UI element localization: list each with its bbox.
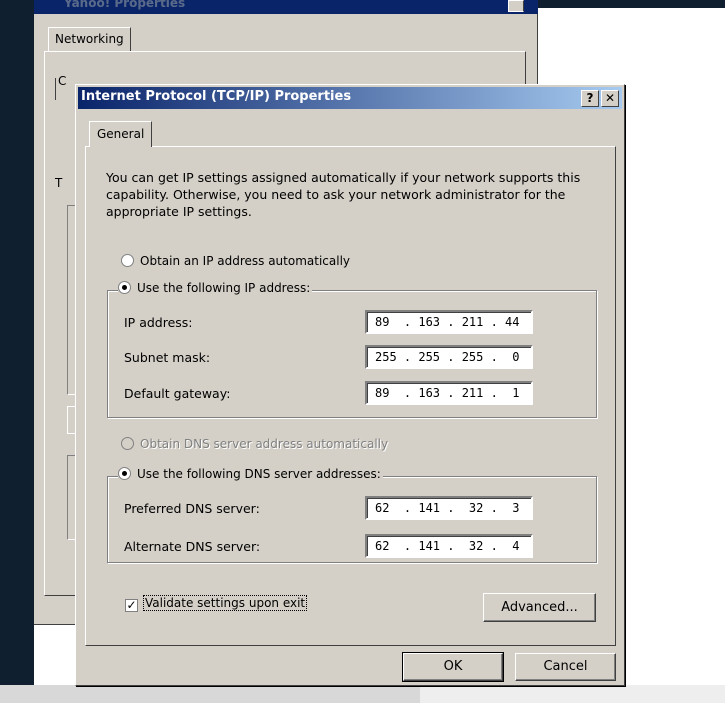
subnet-mask-label: Subnet mask: [124, 350, 211, 365]
ok-button[interactable]: OK [402, 652, 504, 682]
preferred-dns-field[interactable]: 62 . 141 . 32 . 3 [365, 496, 533, 520]
taskbar-area-right [420, 685, 725, 703]
default-gateway-label: Default gateway: [124, 386, 231, 401]
ip-address-label: IP address: [124, 315, 193, 330]
intro-text: You can get IP settings assigned automat… [106, 170, 581, 219]
radio-button-checked-icon [118, 467, 131, 480]
radio-use-following-ip[interactable]: Use the following IP address: [118, 281, 313, 299]
preferred-dns-label: Preferred DNS server: [124, 501, 260, 516]
background-list-label-fragment: T [55, 176, 63, 190]
tab-networking[interactable]: Networking [48, 27, 131, 51]
checkbox-checked-icon: ✓ [125, 598, 138, 612]
radio-obtain-dns-auto[interactable]: Obtain DNS server address automatically [121, 437, 388, 455]
close-icon: ✕ [604, 91, 616, 105]
ip-auto-label: Obtain an IP address automatically [140, 254, 351, 268]
radio-button-checked-icon [118, 281, 131, 294]
help-icon: ? [586, 91, 594, 105]
radio-button-disabled-icon [121, 437, 134, 450]
background-dialog-titlebar: Yahoo! Properties [34, 0, 538, 14]
alternate-dns-label: Alternate DNS server: [124, 539, 261, 554]
background-close-button[interactable] [508, 0, 524, 12]
radio-obtain-ip-auto[interactable]: Obtain an IP address automatically [121, 254, 350, 272]
radio-button-icon [121, 254, 134, 267]
taskbar-area-left [0, 685, 420, 703]
background-connect-label-fragment: C [55, 74, 75, 100]
dialog-title: Internet Protocol (TCP/IP) Properties [81, 89, 352, 104]
ip-manual-label: Use the following IP address: [137, 281, 311, 295]
radio-use-following-dns[interactable]: Use the following DNS server addresses: [118, 467, 383, 485]
close-button[interactable]: ✕ [601, 90, 619, 107]
tab-general[interactable]: General [89, 121, 153, 147]
tcpip-properties-dialog: Internet Protocol (TCP/IP) Properties ? … [75, 84, 625, 686]
dialog-titlebar[interactable]: Internet Protocol (TCP/IP) Properties ? … [78, 87, 622, 109]
cancel-button[interactable]: Cancel [515, 653, 616, 681]
dns-auto-label: Obtain DNS server address automatically [140, 437, 389, 451]
subnet-mask-field[interactable]: 255 . 255 . 255 . 0 [365, 345, 533, 369]
help-button[interactable]: ? [581, 90, 599, 107]
validate-settings-label: Validate settings upon exit [142, 595, 308, 611]
validate-settings-checkbox[interactable]: ✓ Validate settings upon exit [125, 595, 308, 614]
alternate-dns-field[interactable]: 62 . 141 . 32 . 4 [365, 534, 533, 558]
default-gateway-field[interactable]: 89 . 163 . 211 . 1 [365, 381, 533, 405]
ip-address-field[interactable]: 89 . 163 . 211 . 44 [365, 310, 533, 334]
desktop-background-left [0, 0, 34, 703]
dns-manual-label: Use the following DNS server addresses: [137, 467, 381, 481]
background-dialog-title: Yahoo! Properties [64, 0, 186, 10]
advanced-button[interactable]: Advanced... [483, 593, 596, 622]
